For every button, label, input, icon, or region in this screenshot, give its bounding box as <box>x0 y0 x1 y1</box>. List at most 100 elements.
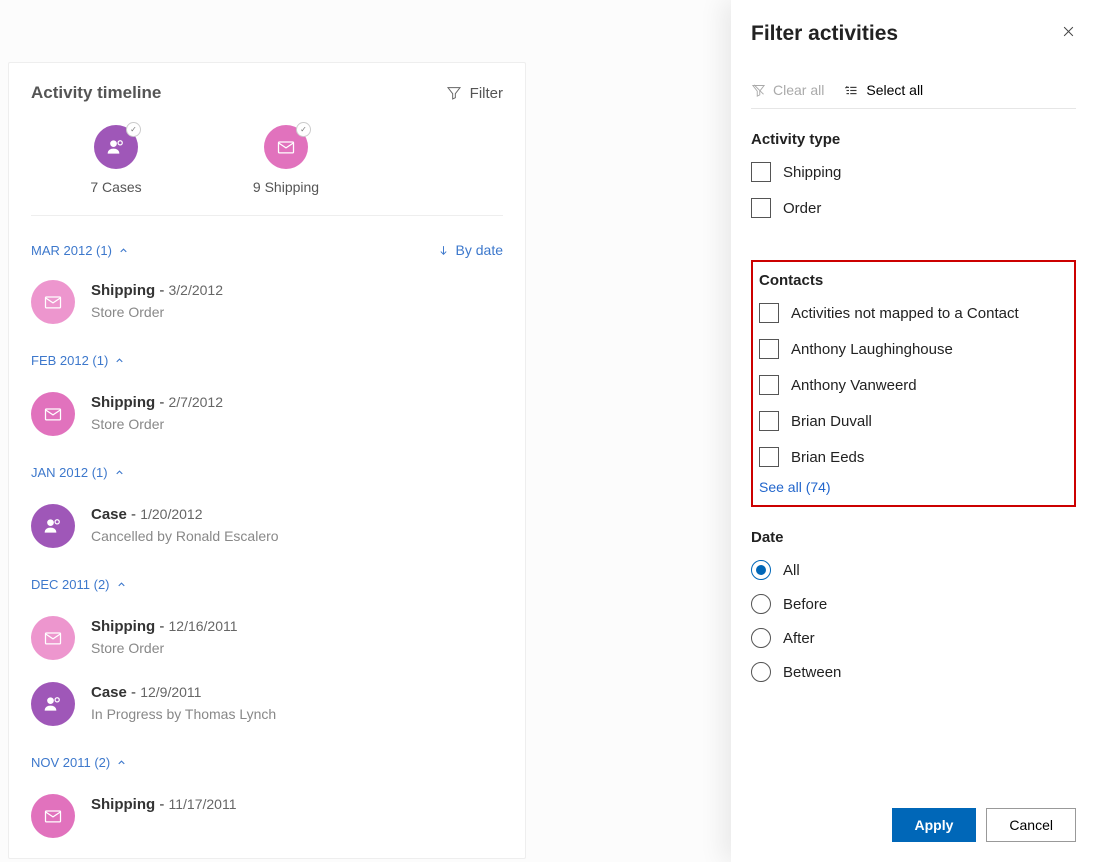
entry-title: Shipping <box>91 394 155 411</box>
month-header-label: JAN 2012 (1) <box>31 465 108 480</box>
close-icon <box>1061 24 1076 39</box>
card-title: Activity timeline <box>31 83 161 103</box>
entry-title: Shipping <box>91 282 155 299</box>
close-button[interactable] <box>1061 24 1076 44</box>
entry-subtitle: Cancelled by Ronald Escalero <box>91 528 279 544</box>
date-title: Date <box>751 529 1076 546</box>
sort-by-date[interactable]: By date <box>437 242 503 258</box>
sort-label: By date <box>456 242 503 258</box>
entry-subtitle: Store Order <box>91 304 223 320</box>
envelope-icon <box>31 616 75 660</box>
entry-date: 1/20/2012 <box>140 506 202 522</box>
funnel-icon <box>446 85 462 101</box>
cases-count: 7 Cases <box>31 179 201 195</box>
envelope-icon <box>31 280 75 324</box>
checkbox-label: Brian Duvall <box>791 413 872 430</box>
timeline-entry[interactable]: Case - 1/20/2012 Cancelled by Ronald Esc… <box>31 504 503 548</box>
month-header[interactable]: DEC 2011 (2) <box>31 577 127 592</box>
arrow-down-icon <box>437 244 450 257</box>
radio-label: After <box>783 630 815 647</box>
checkbox-shipping[interactable]: Shipping <box>751 162 1076 182</box>
entry-date: 2/7/2012 <box>169 394 224 410</box>
checkbox-order[interactable]: Order <box>751 198 1076 218</box>
radio-icon <box>751 594 771 614</box>
radio-after[interactable]: After <box>751 628 1076 648</box>
month-header-label: NOV 2011 (2) <box>31 755 110 770</box>
month-header[interactable]: FEB 2012 (1) <box>31 353 125 368</box>
checkbox-icon <box>759 411 779 431</box>
entry-body: Case - 12/9/2011 In Progress by Thomas L… <box>91 682 276 726</box>
clear-filter-icon <box>751 83 766 98</box>
radio-label: All <box>783 562 800 579</box>
select-all-button[interactable]: Select all <box>844 82 923 98</box>
activity-type-section: Activity type ShippingOrder <box>751 131 1076 234</box>
checkbox-label: Shipping <box>783 164 841 181</box>
timeline-entry[interactable]: Shipping - 12/16/2011 Store Order <box>31 616 503 660</box>
see-all-contacts[interactable]: See all (74) <box>755 479 1070 495</box>
checkbox-icon <box>759 339 779 359</box>
date-section: Date All Before After Between <box>751 529 1076 696</box>
activity-timeline-card: Activity timeline Filter ✓ 7 Cases ✓ 9 S… <box>8 62 526 859</box>
entry-subtitle: Store Order <box>91 416 223 432</box>
checkbox-icon <box>759 303 779 323</box>
checkbox-label: Activities not mapped to a Contact <box>791 305 1019 322</box>
panel-footer: Apply Cancel <box>751 788 1076 862</box>
entry-title: Shipping <box>91 618 155 635</box>
summary-row: ✓ 7 Cases ✓ 9 Shipping <box>31 125 503 216</box>
entry-body: Shipping - 2/7/2012 Store Order <box>91 392 223 436</box>
person-icon <box>31 504 75 548</box>
entry-title: Case <box>91 684 127 701</box>
contacts-title: Contacts <box>755 272 1070 289</box>
timeline-entry[interactable]: Shipping - 11/17/2011 <box>31 794 503 838</box>
month-header[interactable]: MAR 2012 (1) <box>31 243 129 258</box>
filter-button[interactable]: Filter <box>446 85 503 102</box>
checkbox-icon <box>751 198 771 218</box>
chevron-up-icon <box>118 245 129 256</box>
month-header-label: FEB 2012 (1) <box>31 353 108 368</box>
cancel-button[interactable]: Cancel <box>986 808 1076 842</box>
radio-between[interactable]: Between <box>751 662 1076 682</box>
checkbox-contact[interactable]: Anthony Vanweerd <box>759 375 1070 395</box>
entry-date: 12/16/2011 <box>169 618 238 634</box>
month-header[interactable]: JAN 2012 (1) <box>31 465 125 480</box>
panel-header: Filter activities <box>751 22 1076 46</box>
entry-date: 3/2/2012 <box>169 282 224 298</box>
panel-title: Filter activities <box>751 22 898 46</box>
checkbox-label: Anthony Laughinghouse <box>791 341 953 358</box>
timeline-entry[interactable]: Case - 12/9/2011 In Progress by Thomas L… <box>31 682 503 726</box>
checkbox-icon <box>759 375 779 395</box>
radio-before[interactable]: Before <box>751 594 1076 614</box>
radio-label: Before <box>783 596 827 613</box>
contacts-section-highlight: Contacts Activities not mapped to a Cont… <box>751 260 1076 507</box>
checkbox-contact[interactable]: Anthony Laughinghouse <box>759 339 1070 359</box>
apply-button[interactable]: Apply <box>892 808 977 842</box>
checkbox-contact[interactable]: Activities not mapped to a Contact <box>759 303 1070 323</box>
month-header[interactable]: NOV 2011 (2) <box>31 755 127 770</box>
checkbox-icon <box>759 447 779 467</box>
entry-body: Case - 1/20/2012 Cancelled by Ronald Esc… <box>91 504 279 548</box>
check-badge-icon: ✓ <box>126 122 141 137</box>
entry-subtitle: In Progress by Thomas Lynch <box>91 706 276 722</box>
summary-shipping[interactable]: ✓ 9 Shipping <box>201 125 371 195</box>
entry-title: Shipping <box>91 796 155 813</box>
checkbox-label: Brian Eeds <box>791 449 864 466</box>
timeline-entry[interactable]: Shipping - 3/2/2012 Store Order <box>31 280 503 324</box>
case-icon: ✓ <box>94 125 138 169</box>
summary-cases[interactable]: ✓ 7 Cases <box>31 125 201 195</box>
entry-subtitle: Store Order <box>91 640 238 656</box>
checkbox-icon <box>751 162 771 182</box>
checkbox-contact[interactable]: Brian Duvall <box>759 411 1070 431</box>
sort-row: MAR 2012 (1) By date <box>31 242 503 258</box>
entry-date: 12/9/2011 <box>140 684 201 700</box>
radio-all[interactable]: All <box>751 560 1076 580</box>
entry-body: Shipping - 12/16/2011 Store Order <box>91 616 238 660</box>
timeline-entry[interactable]: Shipping - 2/7/2012 Store Order <box>31 392 503 436</box>
clear-all-button[interactable]: Clear all <box>751 82 824 98</box>
person-icon <box>31 682 75 726</box>
radio-icon <box>751 628 771 648</box>
card-header: Activity timeline Filter <box>31 83 503 103</box>
filter-label: Filter <box>470 85 503 102</box>
month-header-label: DEC 2011 (2) <box>31 577 110 592</box>
checkbox-contact[interactable]: Brian Eeds <box>759 447 1070 467</box>
filter-panel: Filter activities Clear all Select all A… <box>731 0 1096 862</box>
